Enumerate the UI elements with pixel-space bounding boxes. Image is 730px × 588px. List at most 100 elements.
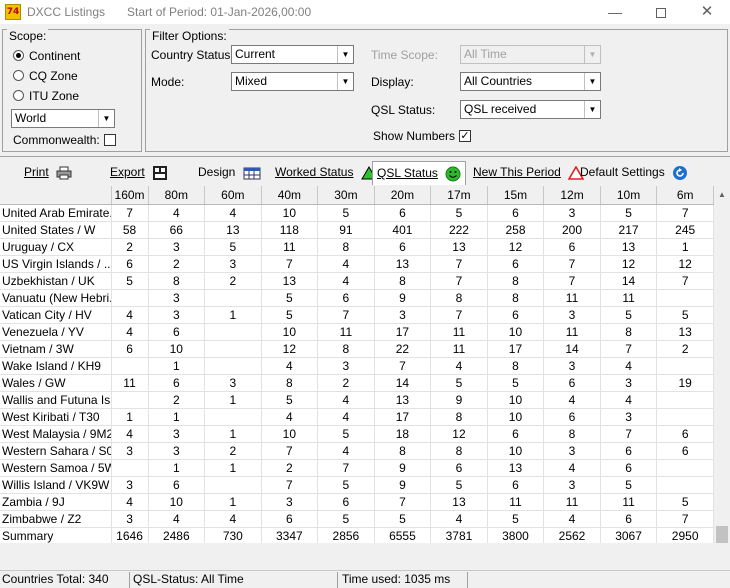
export-button[interactable]: Export	[110, 161, 168, 185]
count-cell	[656, 476, 714, 494]
table-row[interactable]: Wallis and Futuna Is... 2 1 5 4 13 9 10 4 4	[0, 391, 714, 409]
table-row[interactable]: Zambia / 9J 4 10 1 3 6 7 13 11 11 11 5	[0, 493, 714, 511]
mode-select[interactable]: Mixed ▼	[231, 72, 354, 91]
table-row[interactable]: West Malaysia / 9M2 4 3 1 10 5 18 12 6 8 7 6	[0, 425, 714, 443]
count-cell: 4	[317, 255, 375, 273]
band-header[interactable]: 10m	[600, 186, 658, 205]
count-cell: 1	[148, 459, 206, 477]
band-header[interactable]: 6m	[656, 186, 714, 205]
dxcc-grid[interactable]: 160m 80m 60m 40m 30m 20m 17m 15m 12m 10m 6m United…	[0, 186, 714, 543]
count-cell: 4	[543, 459, 601, 477]
count-cell: 5	[204, 238, 262, 256]
table-row[interactable]: Uzbekhistan / UK 5 8 2 13 4 8 7 8 7 14 7	[0, 272, 714, 290]
maximize-button[interactable]	[638, 0, 684, 24]
new-this-period-button[interactable]: New This Period	[473, 161, 585, 185]
close-button[interactable]: ✕	[684, 0, 730, 24]
table-row[interactable]: US Virgin Islands / ... 6 2 3 7 4 13 7 6 7 12 12	[0, 255, 714, 273]
country-cell: West Kiribati / T30	[0, 408, 112, 426]
count-cell: 10	[487, 408, 545, 426]
table-row[interactable]: Wales / GW 11 6 3 8 2 14 5 5 6 3 19	[0, 374, 714, 392]
default-settings-button[interactable]: Default Settings	[580, 161, 688, 185]
radio-cq-zone[interactable]	[13, 70, 24, 81]
table-row[interactable]: Vietnam / 3W 6 10 12 8 22 11 17 14 7 2	[0, 340, 714, 358]
table-row[interactable]: Vatican City / HV 4 3 1 5 7 3 7 6 3 5 5	[0, 306, 714, 324]
table-row[interactable]: United States / W 58 66 13 118 91 401 222 258 200…	[0, 221, 714, 239]
count-cell: 13	[430, 493, 488, 511]
chevron-down-icon: ▼	[337, 46, 353, 63]
count-cell: 118	[261, 221, 319, 239]
count-cell: 4	[317, 442, 375, 460]
display-label: Display:	[371, 75, 414, 89]
table-row[interactable]: Venezuela / YV 4 6 10 11 17 11 10 11 8 13	[0, 323, 714, 341]
app-name: DXCC Listings	[27, 5, 106, 19]
band-header[interactable]: 12m	[543, 186, 601, 205]
count-cell: 217	[600, 221, 658, 239]
scroll-up-icon[interactable]: ▲	[714, 186, 730, 203]
count-cell: 4	[204, 510, 262, 528]
display-select[interactable]: All Countries ▼	[460, 72, 601, 91]
count-cell: 11	[543, 493, 601, 511]
app-logo-icon[interactable]: 74	[5, 4, 21, 20]
count-cell: 4	[543, 510, 601, 528]
count-cell: 4	[111, 425, 149, 443]
count-cell: 5	[317, 476, 375, 494]
count-cell: 5	[430, 374, 488, 392]
worked-status-label: Worked Status	[275, 165, 354, 179]
minimize-button[interactable]: —	[592, 0, 638, 24]
region-select[interactable]: World ▼	[11, 109, 115, 128]
country-status-select[interactable]: Current ▼	[231, 45, 354, 64]
count-cell: 6	[543, 408, 601, 426]
table-row[interactable]: United Arab Emirate... 7 4 4 10 5 6 5 6 3 5 7	[0, 204, 714, 222]
count-cell: 6	[600, 459, 658, 477]
table-row[interactable]: Willis Island / VK9W 3 6 7 5 9 5 6 3 5	[0, 476, 714, 494]
qsl-status-label: QSL Status:	[371, 103, 436, 117]
count-cell: 4	[148, 204, 206, 222]
band-header[interactable]: 20m	[374, 186, 432, 205]
band-header[interactable]: 60m	[204, 186, 262, 205]
vertical-scrollbar[interactable]: ▲	[714, 186, 730, 548]
band-header[interactable]: 17m	[430, 186, 488, 205]
radio-continent[interactable]	[13, 50, 24, 61]
table-row[interactable]: Vanuatu (New Hebri... 3 5 6 9 8 8 11 11	[0, 289, 714, 307]
summary-row[interactable]: Summary 1646 2486 730 3347 2856 6555 3781 3800 25…	[0, 527, 714, 543]
qsl-status-select[interactable]: QSL received ▼	[460, 100, 601, 119]
table-row[interactable]: Uruguay / CX 2 3 5 11 8 6 13 12 6 13 1	[0, 238, 714, 256]
count-cell	[111, 391, 149, 409]
commonwealth-checkbox[interactable]	[104, 134, 116, 146]
qsl-status-value: QSL received	[464, 102, 537, 116]
band-header[interactable]: 40m	[261, 186, 319, 205]
table-row[interactable]: Wake Island / KH9 1 4 3 7 4 8 3 4	[0, 357, 714, 375]
count-cell: 5	[111, 272, 149, 290]
table-row[interactable]: Western Samoa / 5W 1 1 2 7 9 6 13 4 6	[0, 459, 714, 477]
count-cell: 3	[317, 357, 375, 375]
filter-options-panel: Filter Options: Country Status: Current …	[145, 29, 728, 152]
count-cell: 4	[317, 391, 375, 409]
show-numbers-label: Show Numbers	[373, 129, 456, 143]
count-cell: 4	[430, 357, 488, 375]
count-cell	[111, 459, 149, 477]
radio-itu-zone[interactable]	[13, 90, 24, 101]
design-button[interactable]: Design	[198, 161, 261, 185]
count-cell: 2950	[656, 527, 714, 543]
country-cell: US Virgin Islands / ...	[0, 255, 112, 273]
count-cell: 4	[261, 408, 319, 426]
print-button[interactable]: Print	[24, 161, 72, 185]
count-cell: 3347	[261, 527, 319, 543]
qsl-status-tab[interactable]: QSL Status	[372, 161, 467, 185]
scrollbar-thumb[interactable]	[716, 526, 728, 543]
show-numbers-checkbox[interactable]: ✓	[459, 130, 471, 142]
time-scope-select[interactable]: All Time ▼	[460, 45, 601, 64]
count-cell: 5	[261, 391, 319, 409]
worked-status-button[interactable]: Worked Status	[275, 161, 377, 185]
count-cell: 1	[148, 408, 206, 426]
band-header[interactable]: 15m	[487, 186, 545, 205]
count-cell: 10	[261, 323, 319, 341]
table-row[interactable]: West Kiribati / T30 1 1 4 4 17 8 10 6 3	[0, 408, 714, 426]
band-header[interactable]: 160m	[111, 186, 149, 205]
band-header[interactable]: 30m	[317, 186, 375, 205]
table-row[interactable]: Zimbabwe / Z2 3 4 4 6 5 5 4 5 4 6 7	[0, 510, 714, 528]
count-cell: 3781	[430, 527, 488, 543]
count-cell: 10	[148, 340, 206, 358]
table-row[interactable]: Western Sahara / S0 3 3 2 7 4 8 8 10 3 6 6	[0, 442, 714, 460]
band-header[interactable]: 80m	[148, 186, 206, 205]
